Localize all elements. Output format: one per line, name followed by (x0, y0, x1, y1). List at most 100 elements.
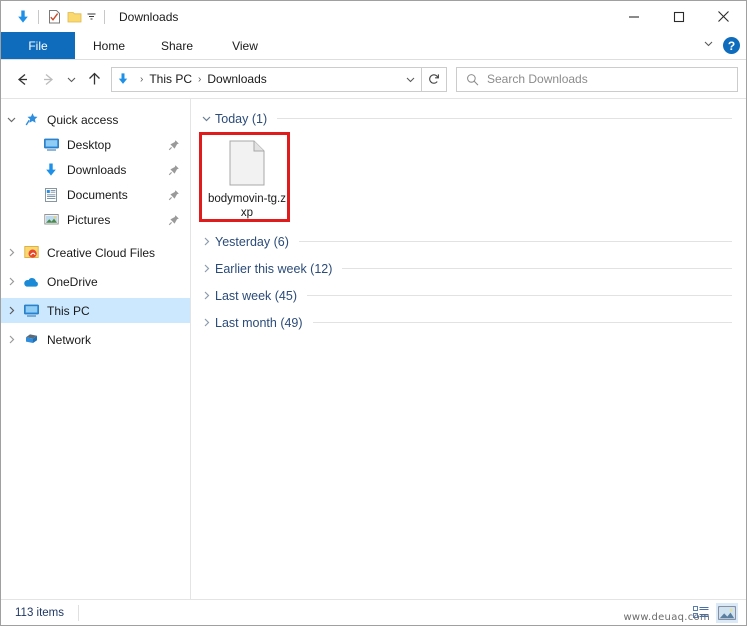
creative-cloud-icon (21, 243, 41, 263)
folder-icon[interactable] (64, 7, 84, 27)
download-arrow-icon (41, 160, 61, 180)
view-mode-buttons (690, 600, 738, 625)
refresh-button[interactable] (422, 66, 447, 92)
tab-share[interactable]: Share (143, 32, 211, 59)
sidebar-item-label: Desktop (67, 137, 112, 152)
properties-checkmark-icon[interactable] (44, 7, 64, 27)
search-icon (457, 73, 487, 86)
title-divider (104, 9, 105, 24)
sidebar-item-label: Network (47, 332, 92, 347)
group-title: Today (1) (215, 111, 268, 126)
pin-icon[interactable] (168, 189, 180, 201)
chevron-right-icon[interactable] (1, 334, 21, 345)
documents-icon (41, 185, 61, 205)
group-header-earlier-this-week[interactable]: Earlier this week (12) (191, 255, 746, 282)
group-divider (306, 295, 732, 296)
breadcrumb-this-pc[interactable]: This PC (149, 72, 192, 86)
toolbar-divider (38, 9, 39, 24)
tab-file[interactable]: File (1, 32, 75, 59)
details-view-button[interactable] (690, 603, 712, 623)
sidebar-item-label: OneDrive (47, 274, 98, 289)
forward-button[interactable] (35, 66, 61, 92)
group-header-last-month[interactable]: Last month (49) (191, 309, 746, 336)
breadcrumb-path-box[interactable]: › This PC › Downloads (111, 66, 422, 92)
sidebar-item-network[interactable]: Network (1, 327, 190, 352)
file-tile-row: bodymovin-tg.zxp (191, 132, 746, 228)
sidebar-item-onedrive[interactable]: OneDrive (1, 269, 190, 294)
chevron-right-icon[interactable] (199, 317, 213, 328)
recent-locations-button[interactable] (61, 66, 81, 92)
window-title: Downloads (119, 9, 179, 24)
sidebar-item-this-pc[interactable]: This PC (1, 298, 190, 323)
sidebar-item-label: Creative Cloud Files (47, 245, 156, 260)
minimize-button[interactable] (611, 1, 656, 32)
network-icon (21, 330, 41, 350)
breadcrumb-separator: › (198, 73, 202, 85)
generic-document-icon (229, 140, 265, 186)
file-list-pane[interactable]: Today (1) bodymovin-tg.zxp Yesterday (6)… (191, 99, 746, 601)
chevron-down-icon[interactable] (199, 113, 213, 124)
file-item-bodymovin-tg-zxp[interactable]: bodymovin-tg.zxp (205, 134, 289, 224)
large-icons-view-button[interactable] (716, 602, 738, 623)
up-button[interactable] (81, 66, 107, 92)
sidebar-item-label: Documents (67, 187, 128, 202)
pin-icon[interactable] (168, 214, 180, 226)
item-count-label: 113 items (15, 606, 65, 619)
group-header-today[interactable]: Today (1) (191, 105, 746, 132)
breadcrumb-downloads[interactable]: Downloads (207, 72, 266, 86)
window-controls (611, 1, 746, 32)
sidebar-item-quick-access[interactable]: Quick access (1, 107, 190, 132)
status-divider (78, 604, 80, 621)
group-title: Earlier this week (12) (215, 261, 333, 276)
chevron-down-icon[interactable] (1, 114, 21, 125)
download-arrow-icon (112, 72, 134, 86)
desktop-monitor-icon (41, 135, 61, 155)
sidebar-item-desktop[interactable]: Desktop (1, 132, 190, 157)
chevron-right-icon[interactable] (199, 263, 213, 274)
group-header-yesterday[interactable]: Yesterday (6) (191, 228, 746, 255)
path-dropdown-chevron-icon[interactable] (399, 68, 421, 91)
close-button[interactable] (701, 1, 746, 32)
chevron-right-icon[interactable] (199, 290, 213, 301)
chevron-right-icon[interactable] (199, 236, 213, 247)
file-explorer-window: Downloads File Home Share View ? › This … (0, 0, 747, 626)
onedrive-cloud-icon (21, 272, 41, 292)
pin-icon[interactable] (168, 164, 180, 176)
pictures-icon (41, 210, 61, 230)
sidebar-item-label: Pictures (67, 212, 111, 227)
sidebar-item-downloads[interactable]: Downloads (1, 157, 190, 182)
sidebar-item-label: This PC (47, 303, 90, 318)
ribbon-right-controls: ? (702, 32, 740, 59)
search-box[interactable] (456, 66, 738, 92)
breadcrumb-separator: › (140, 73, 144, 85)
explorer-content: Quick access Desktop Downloads Documents… (1, 98, 746, 601)
search-input[interactable] (487, 72, 737, 86)
group-divider (277, 118, 732, 119)
star-pin-icon (21, 110, 41, 130)
sidebar-item-documents[interactable]: Documents (1, 182, 190, 207)
sidebar-item-label: Downloads (67, 162, 127, 177)
sidebar-item-pictures[interactable]: Pictures (1, 207, 190, 232)
file-name-label: bodymovin-tg.zxp (208, 193, 286, 219)
tab-home[interactable]: Home (75, 32, 143, 59)
chevron-right-icon[interactable] (1, 247, 21, 258)
chevron-right-icon[interactable] (1, 305, 21, 316)
group-title: Last week (45) (215, 288, 297, 303)
ribbon-tab-bar: File Home Share View ? (1, 32, 746, 60)
back-button[interactable] (9, 66, 35, 92)
download-arrow-icon (13, 7, 33, 27)
maximize-button[interactable] (656, 1, 701, 32)
sidebar-item-creative-cloud-files[interactable]: Creative Cloud Files (1, 240, 190, 265)
group-divider (298, 241, 732, 242)
tab-view[interactable]: View (211, 32, 279, 59)
group-divider (312, 322, 732, 323)
chevron-down-icon[interactable] (702, 37, 715, 55)
this-pc-icon (21, 301, 41, 321)
group-header-last-week[interactable]: Last week (45) (191, 282, 746, 309)
pin-icon[interactable] (168, 139, 180, 151)
chevron-right-icon[interactable] (1, 276, 21, 287)
group-title: Yesterday (6) (215, 234, 289, 249)
help-button[interactable]: ? (723, 37, 740, 54)
customize-chevron-icon[interactable] (84, 7, 99, 27)
